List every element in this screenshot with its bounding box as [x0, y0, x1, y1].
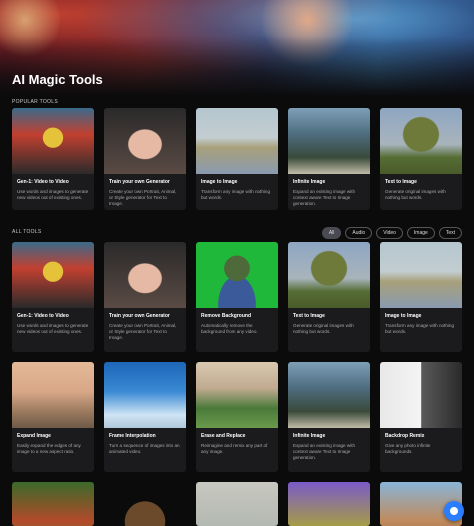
chat-bubble-icon[interactable] — [444, 501, 464, 521]
card-backdrop-remix[interactable]: Backdrop Remix Give any photo infinite b… — [380, 362, 462, 472]
landscape-thumbnail — [288, 108, 370, 174]
airplane-thumbnail — [104, 362, 186, 428]
card-description: Expand an existing image with context aw… — [293, 189, 356, 207]
tool-thumbnail — [104, 482, 186, 526]
card-description: Automatically remove the background from… — [201, 323, 258, 335]
card-infinite-image[interactable]: Infinite Image Expand an existing image … — [288, 362, 370, 472]
card-description: Create your own Portrait, Animal, or Sty… — [109, 323, 177, 341]
card-text-to-image[interactable]: Text to Image Generate original images w… — [288, 242, 370, 352]
card-train-generator[interactable]: Train your own Generator Create your own… — [104, 242, 186, 352]
card-row3-2[interactable] — [104, 482, 186, 526]
filter-text[interactable]: Text — [438, 227, 462, 239]
card-title: Infinite Image — [293, 433, 326, 439]
card-title: Text to Image — [385, 179, 417, 185]
card-gen1-popular[interactable]: Gen-1: Video to Video Use words and imag… — [12, 108, 94, 210]
card-description: Transform any image with nothing but wor… — [201, 189, 271, 201]
filter-image[interactable]: Image — [406, 227, 435, 239]
card-description: Easily expand the edges of any image to … — [17, 443, 81, 455]
filter-audio[interactable]: Audio — [345, 227, 373, 239]
card-title: Gen-1: Video to Video — [17, 313, 69, 319]
card-description: Give any photo infinite backgrounds. — [385, 443, 431, 455]
dunes-thumbnail — [12, 362, 94, 428]
lego-thumbnail — [12, 108, 94, 174]
card-image-to-image-popular[interactable]: Image to Image Transform any image with … — [196, 108, 278, 210]
card-description: Expand an existing image with context aw… — [293, 443, 356, 461]
hero-portrait-center — [262, 0, 352, 70]
card-title: Text to Image — [293, 313, 325, 319]
card-description: Use words and images to generate new vid… — [17, 189, 89, 201]
card-image-to-image[interactable]: Image to Image Transform any image with … — [380, 242, 462, 352]
card-title: Remove Background — [201, 313, 252, 319]
card-title: Image to Image — [201, 179, 238, 185]
hero-portrait-left — [0, 0, 60, 60]
card-title: Erase and Replace — [201, 433, 246, 439]
city-thumbnail — [196, 108, 278, 174]
card-text-to-image-popular[interactable]: Text to Image Generate original images w… — [380, 108, 462, 210]
portrait-thumbnail — [104, 108, 186, 174]
popular-tools-label: POPULAR TOOLS — [12, 99, 58, 105]
tool-thumbnail — [12, 482, 94, 526]
card-frame-interpolation[interactable]: Frame Interpolation Turn a sequence of i… — [104, 362, 186, 472]
tool-filters: All Audio Video Image Text — [321, 227, 462, 239]
street-thumbnail — [196, 362, 278, 428]
card-row3-4[interactable] — [288, 482, 370, 526]
landscape-thumbnail — [288, 362, 370, 428]
card-description: Reimagine and remix any part of any imag… — [201, 443, 268, 455]
filter-all[interactable]: All — [321, 227, 342, 239]
card-gen1[interactable]: Gen-1: Video to Video Use words and imag… — [12, 242, 94, 352]
card-train-generator-popular[interactable]: Train your own Generator Create your own… — [104, 108, 186, 210]
card-title: Frame Interpolation — [109, 433, 156, 439]
card-title: Train your own Generator — [109, 313, 170, 319]
card-title: Train your own Generator — [109, 179, 170, 185]
card-row3-1[interactable] — [12, 482, 94, 526]
card-description: Use words and images to generate new vid… — [17, 323, 89, 335]
card-remove-background[interactable]: Remove Background Automatically remove t… — [196, 242, 278, 352]
city-thumbnail — [380, 242, 462, 308]
card-description: Generate original images with nothing bu… — [293, 323, 354, 335]
card-description: Transform any image with nothing but wor… — [385, 323, 455, 335]
card-erase-and-replace[interactable]: Erase and Replace Reimagine and remix an… — [196, 362, 278, 472]
all-tools-label: ALL TOOLS — [12, 229, 42, 235]
card-title: Expand Image — [17, 433, 51, 439]
tree-thumbnail — [380, 108, 462, 174]
card-title: Image to Image — [385, 313, 422, 319]
card-title: Infinite Image — [293, 179, 326, 185]
card-expand-image[interactable]: Expand Image Easily expand the edges of … — [12, 362, 94, 472]
filter-video[interactable]: Video — [376, 227, 403, 239]
tree-thumbnail — [288, 242, 370, 308]
card-infinite-image-popular[interactable]: Infinite Image Expand an existing image … — [288, 108, 370, 210]
chair-thumbnail — [380, 362, 462, 428]
lego-thumbnail — [12, 242, 94, 308]
card-title: Gen-1: Video to Video — [17, 179, 69, 185]
card-description: Generate original images with nothing bu… — [385, 189, 446, 201]
greenscreen-thumbnail — [196, 242, 278, 308]
card-description: Turn a sequence of images into an animat… — [109, 443, 180, 455]
card-description: Create your own Portrait, Animal, or Sty… — [109, 189, 177, 207]
page-title: AI Magic Tools — [12, 72, 103, 87]
card-title: Backdrop Remix — [385, 433, 425, 439]
card-row3-3[interactable] — [196, 482, 278, 526]
tool-thumbnail — [196, 482, 278, 526]
tool-thumbnail — [288, 482, 370, 526]
portrait-thumbnail — [104, 242, 186, 308]
